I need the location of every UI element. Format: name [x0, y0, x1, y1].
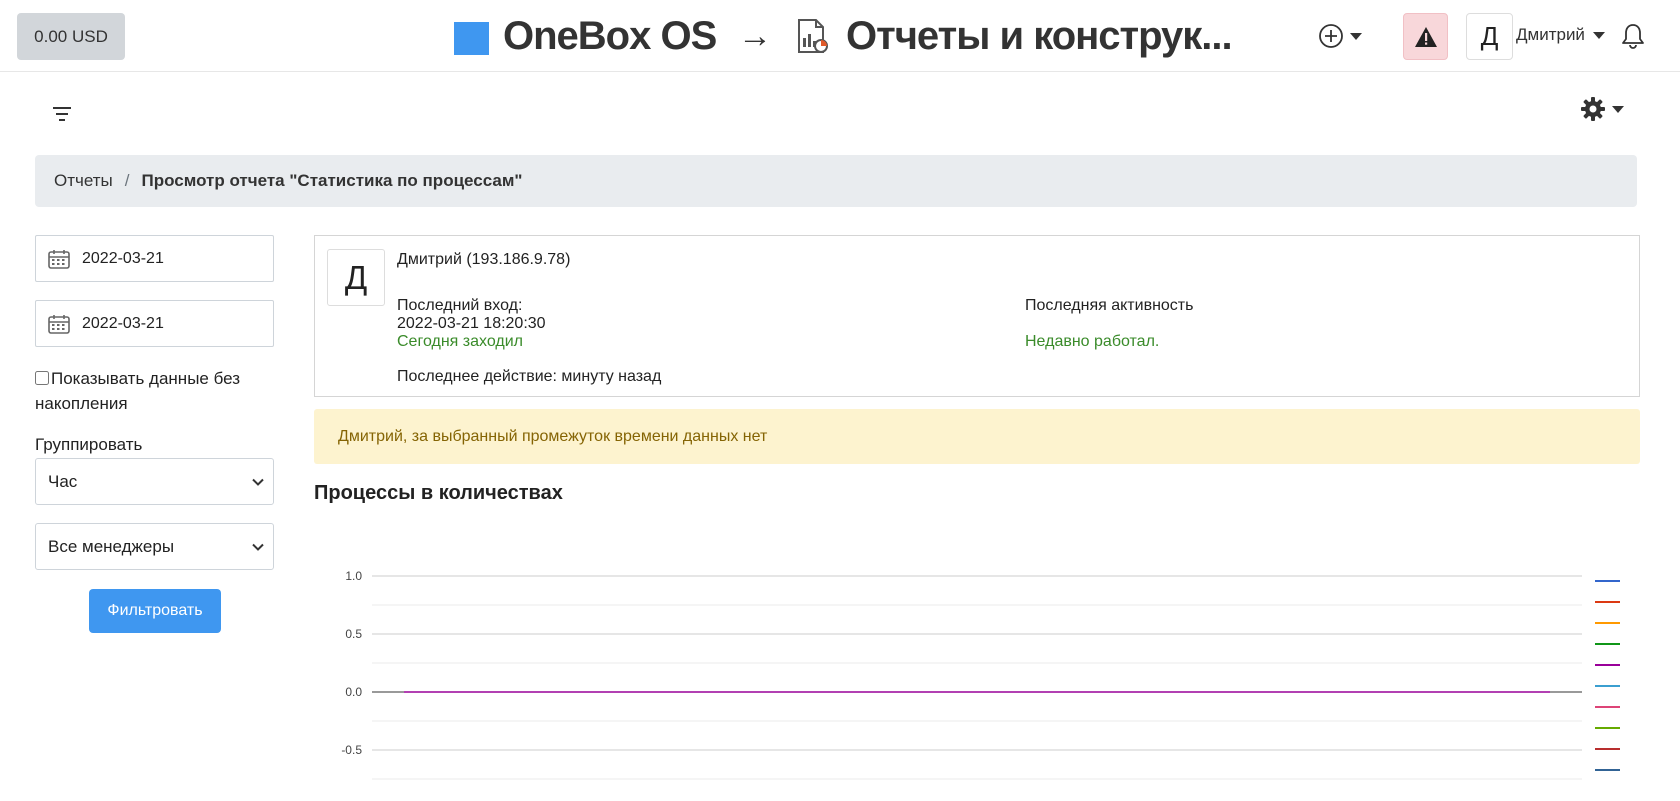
- y-tick-label: 0.0: [345, 685, 362, 699]
- last-login-label: Последний вход:: [397, 297, 523, 314]
- no-accumulation-label[interactable]: Показывать данные без накопления: [35, 369, 240, 413]
- no-accumulation-checkbox[interactable]: [35, 371, 49, 385]
- plus-circle-icon: [1319, 24, 1343, 48]
- group-by-label: Группировать: [35, 435, 143, 454]
- top-bar: 0.00 USD OneBox OS → Отчеты и конструк..…: [0, 0, 1680, 72]
- user-name-label: Дмитрий: [1516, 25, 1585, 44]
- user-info-card: Д Дмитрий (193.186.9.78) Последний вход:…: [314, 235, 1640, 397]
- no-accumulation-option: Показывать данные без накопления: [35, 366, 275, 416]
- last-login-status: Сегодня заходил: [397, 333, 523, 350]
- user-menu[interactable]: Дмитрий: [1516, 25, 1605, 45]
- alert-button[interactable]: [1403, 13, 1448, 60]
- last-action: Последнее действие: минуту назад: [397, 368, 662, 385]
- chart-title: Процессы в количествах: [314, 482, 563, 504]
- date-to-field[interactable]: [35, 300, 274, 347]
- breadcrumb-arrow: →: [738, 17, 772, 55]
- managers-value: Все менеджеры: [48, 536, 175, 556]
- calendar-icon: [48, 314, 70, 334]
- onebox-logo-icon[interactable]: [454, 22, 489, 55]
- chevron-down-icon: [252, 543, 264, 551]
- calendar-icon: [48, 249, 70, 269]
- report-document-icon: [798, 19, 828, 53]
- bell-icon[interactable]: [1620, 22, 1646, 50]
- no-data-warning: Дмитрий, за выбранный промежуток времени…: [314, 409, 1640, 464]
- breadcrumb-current: Просмотр отчета "Статистика по процессам…: [141, 171, 523, 190]
- chevron-down-icon: [1592, 31, 1605, 39]
- chevron-down-icon: [1612, 105, 1624, 113]
- processes-line-chart: 1.0 0.5 0.0 -0.5: [341, 569, 1620, 780]
- section-title[interactable]: Отчеты и конструк...: [846, 14, 1233, 59]
- group-by-select[interactable]: Час: [35, 458, 274, 505]
- breadcrumb-reports-link[interactable]: Отчеты: [54, 171, 113, 191]
- last-activity-label: Последняя активность: [1025, 297, 1194, 314]
- date-to-input[interactable]: [82, 314, 242, 333]
- chevron-down-icon: [1350, 32, 1362, 40]
- date-from-input[interactable]: [82, 249, 242, 268]
- settings-menu-button[interactable]: [1580, 96, 1624, 122]
- brand-name[interactable]: OneBox OS: [503, 14, 717, 59]
- y-tick-label: 0.5: [345, 627, 362, 641]
- warning-triangle-icon: [1414, 26, 1437, 47]
- filter-submit-button[interactable]: Фильтровать: [89, 589, 221, 633]
- date-from-field[interactable]: [35, 235, 274, 282]
- chevron-down-icon: [252, 478, 264, 486]
- last-login-value: 2022-03-21 18:20:30: [397, 315, 546, 332]
- user-avatar[interactable]: Д: [1466, 13, 1513, 60]
- group-by-value: Час: [48, 471, 78, 491]
- y-tick-label: 1.0: [345, 569, 362, 583]
- last-activity-status: Недавно работал.: [1025, 333, 1160, 350]
- y-tick-label: -0.5: [341, 743, 362, 757]
- user-card-avatar: Д: [327, 249, 385, 306]
- breadcrumb-separator: /: [124, 171, 130, 190]
- balance-button[interactable]: 0.00 USD: [17, 13, 125, 60]
- breadcrumb: Отчеты / Просмотр отчета "Статистика по …: [35, 155, 1637, 207]
- gear-icon: [1581, 97, 1605, 121]
- managers-select[interactable]: Все менеджеры: [35, 523, 274, 570]
- user-name-ip: Дмитрий (193.186.9.78): [397, 251, 571, 268]
- filter-lines-icon[interactable]: [50, 104, 74, 124]
- add-menu-button[interactable]: [1318, 20, 1372, 52]
